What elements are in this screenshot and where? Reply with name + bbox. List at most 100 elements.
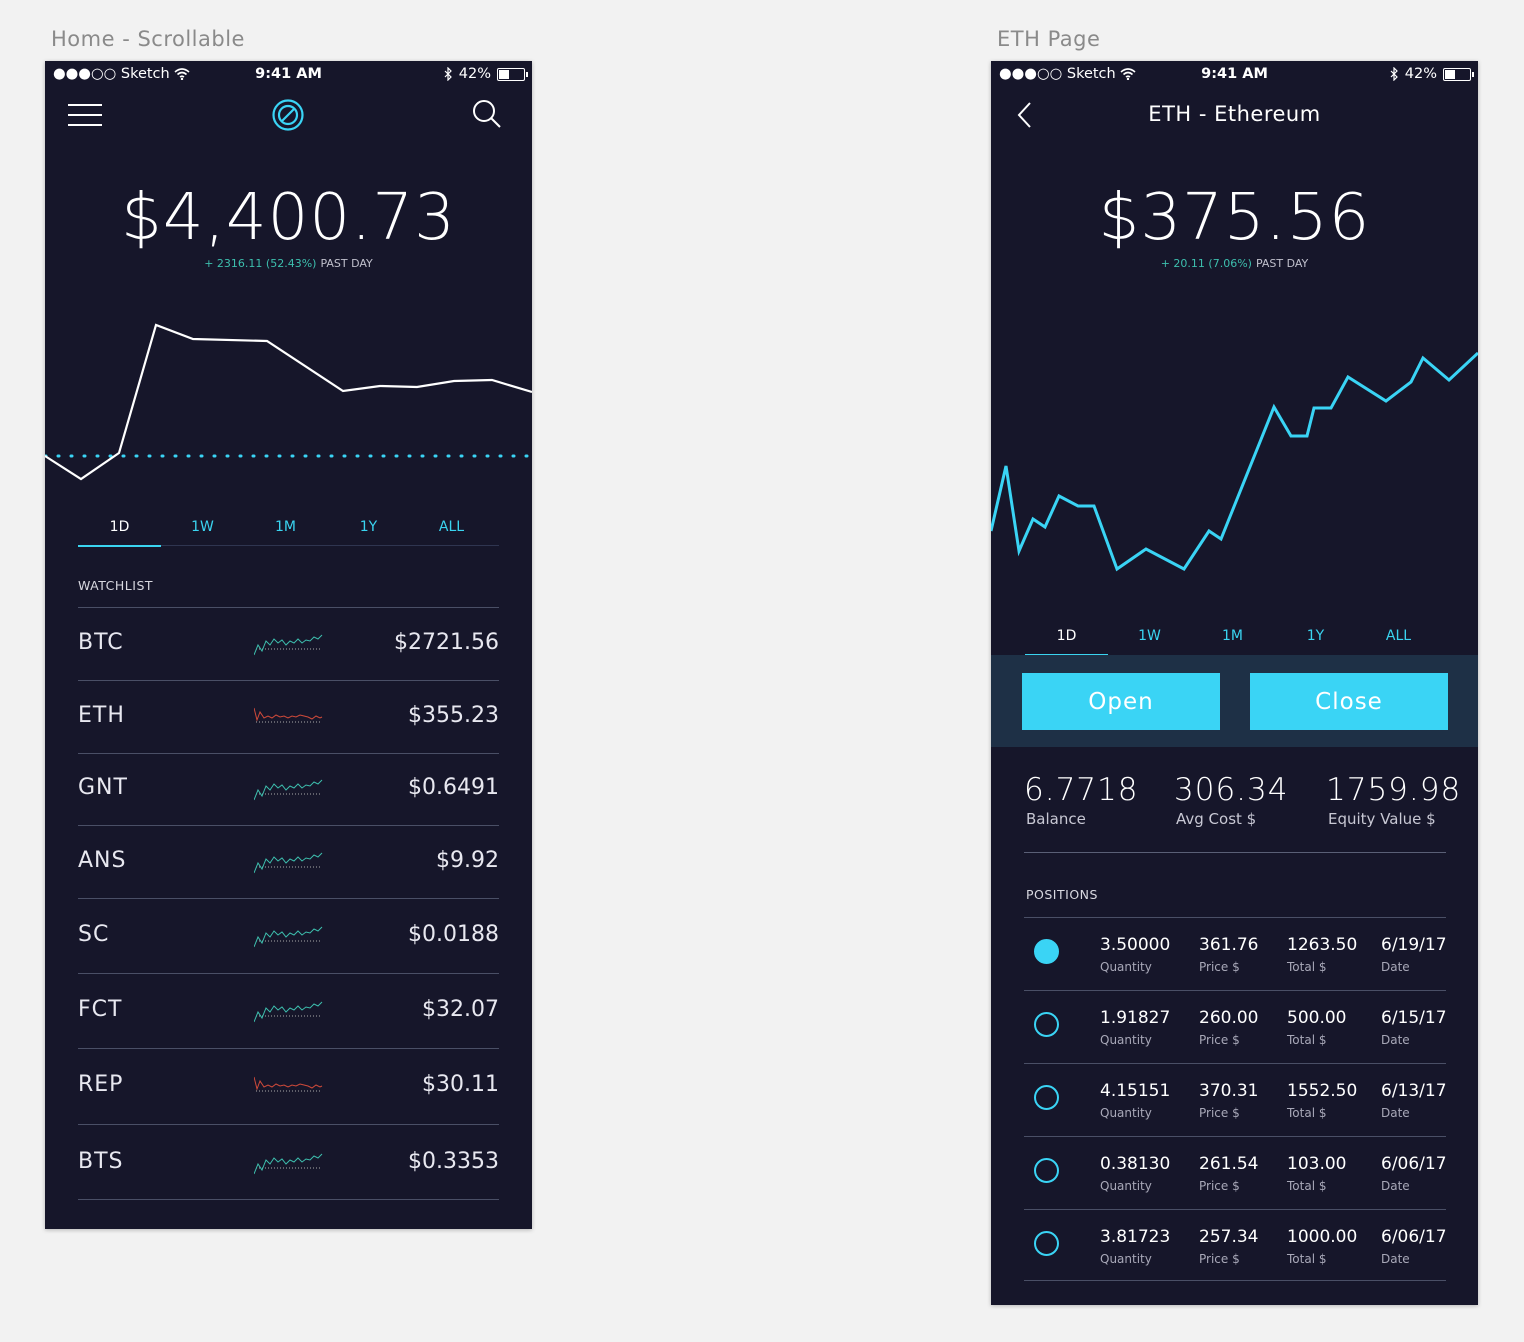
position-quantity: 3.81723 Quantity bbox=[1100, 1227, 1170, 1266]
tab-all[interactable]: ALL bbox=[1357, 628, 1440, 656]
portfolio-line bbox=[45, 323, 532, 481]
position-total-value: 500.00 bbox=[1287, 1008, 1347, 1028]
watchlist-row-fct[interactable]: FCT $32.07 bbox=[78, 973, 499, 1049]
position-radio[interactable] bbox=[1034, 1085, 1059, 1110]
watchlist-row-eth[interactable]: ETH $355.23 bbox=[78, 680, 499, 754]
open-button[interactable]: Open bbox=[1022, 673, 1220, 730]
tab-1y[interactable]: 1Y bbox=[327, 519, 410, 547]
position-total-value: 1263.50 bbox=[1287, 935, 1358, 955]
sparkline-line bbox=[254, 707, 323, 722]
coin-price: $9.92 bbox=[436, 847, 499, 873]
position-price: 261.54 Price $ bbox=[1199, 1154, 1258, 1193]
eth-price: $375.56 bbox=[1098, 181, 1371, 255]
tab-1d[interactable]: 1D bbox=[78, 519, 161, 547]
coin-symbol: ETH bbox=[78, 702, 125, 728]
home-screen: ●●●○○ Sketch 9:41 AM 42% $4,400.73 + 231… bbox=[45, 61, 532, 1229]
coin-symbol: BTC bbox=[78, 629, 124, 655]
position-quantity-value: 4.15151 bbox=[1100, 1081, 1171, 1101]
watchlist-row-sc[interactable]: SC $0.0188 bbox=[78, 898, 499, 974]
position-quantity-label: Quantity bbox=[1100, 960, 1152, 974]
position-date: 6/19/17 Date bbox=[1381, 935, 1447, 974]
sparkline-line bbox=[254, 926, 323, 947]
position-price: 257.34 Price $ bbox=[1199, 1227, 1258, 1266]
status-bar: ●●●○○ Sketch 9:41 AM 42% bbox=[45, 61, 532, 89]
sparkline-line bbox=[254, 1076, 323, 1091]
position-quantity-label: Quantity bbox=[1100, 1252, 1152, 1266]
watchlist-row-gnt[interactable]: GNT $0.6491 bbox=[78, 753, 499, 826]
sparkline-line bbox=[254, 779, 323, 801]
position-price-value: 361.76 bbox=[1199, 935, 1259, 955]
position-total-label: Total $ bbox=[1287, 960, 1327, 974]
coin-symbol: SC bbox=[78, 921, 110, 947]
coin-symbol: GNT bbox=[78, 775, 128, 800]
positions-bottom-divider bbox=[1024, 1280, 1446, 1281]
status-bar: ●●●○○ Sketch 9:41 AM 42% bbox=[991, 61, 1478, 89]
position-total-label: Total $ bbox=[1287, 1179, 1327, 1193]
position-quantity-value: 3.81723 bbox=[1100, 1227, 1171, 1247]
close-button[interactable]: Close bbox=[1250, 673, 1448, 730]
position-quantity: 1.91827 Quantity bbox=[1100, 1008, 1170, 1047]
position-total-label: Total $ bbox=[1287, 1033, 1327, 1047]
tab-all[interactable]: ALL bbox=[410, 519, 493, 547]
watchlist-row-ans[interactable]: ANS $9.92 bbox=[78, 825, 499, 899]
tab-1w[interactable]: 1W bbox=[161, 519, 244, 547]
tab-1y[interactable]: 1Y bbox=[1274, 628, 1357, 656]
position-row[interactable]: 4.15151 Quantity 370.31 Price $ 1552.50 Total… bbox=[1024, 1063, 1447, 1136]
sparkline-chart bbox=[254, 1076, 323, 1092]
position-price-label: Price $ bbox=[1199, 1252, 1240, 1266]
position-quantity-value: 3.50000 bbox=[1100, 935, 1171, 955]
position-radio[interactable] bbox=[1034, 1231, 1059, 1256]
position-radio[interactable] bbox=[1034, 1012, 1059, 1037]
stat-value: 1759.98 bbox=[1326, 772, 1462, 808]
portfolio-chart bbox=[45, 323, 532, 481]
position-row[interactable]: 3.81723 Quantity 257.34 Price $ 1000.00 Total… bbox=[1024, 1209, 1447, 1282]
tab-1w[interactable]: 1W bbox=[1108, 628, 1191, 656]
stat-balance: 6.7718 Balance bbox=[1024, 772, 1138, 828]
menu-icon[interactable] bbox=[68, 103, 102, 127]
watchlist-label: WATCHLIST bbox=[78, 578, 154, 593]
tab-1m[interactable]: 1M bbox=[244, 519, 327, 547]
position-quantity: 0.38130 Quantity bbox=[1100, 1154, 1170, 1193]
position-radio[interactable] bbox=[1034, 1158, 1059, 1183]
compass-logo-icon[interactable] bbox=[272, 99, 304, 131]
position-price-value: 257.34 bbox=[1199, 1227, 1259, 1247]
tab-1m[interactable]: 1M bbox=[1191, 628, 1274, 656]
position-row[interactable]: 3.50000 Quantity 361.76 Price $ 1263.50 Total… bbox=[1024, 917, 1447, 990]
position-total-value: 1552.50 bbox=[1287, 1081, 1358, 1101]
tab-divider bbox=[161, 545, 499, 546]
coin-symbol: FCT bbox=[78, 996, 123, 1022]
sparkline-chart bbox=[254, 1153, 323, 1174]
change-amount: + 2316.11 (52.43%) bbox=[204, 257, 317, 270]
battery-percent: 42% bbox=[1404, 66, 1437, 82]
position-row[interactable]: 0.38130 Quantity 261.54 Price $ 103.00 Total … bbox=[1024, 1136, 1447, 1209]
coin-price: $2721.56 bbox=[394, 629, 499, 655]
position-price: 370.31 Price $ bbox=[1199, 1081, 1258, 1120]
watchlist-row-btc[interactable]: BTC $2721.56 bbox=[78, 607, 499, 681]
eth-price-chart bbox=[991, 351, 1478, 572]
position-date: 6/15/17 Date bbox=[1381, 1008, 1447, 1047]
stat-label: Balance bbox=[1026, 810, 1086, 828]
coin-price: $0.0188 bbox=[408, 921, 499, 947]
coin-price: $355.23 bbox=[408, 702, 499, 728]
position-date-value: 6/15/17 bbox=[1381, 1008, 1447, 1028]
position-price-value: 260.00 bbox=[1199, 1008, 1259, 1028]
stat-value: 6.7718 bbox=[1024, 772, 1139, 808]
position-price: 260.00 Price $ bbox=[1199, 1008, 1258, 1047]
change-period: PAST DAY bbox=[320, 257, 373, 270]
position-price-value: 261.54 bbox=[1199, 1154, 1259, 1174]
position-row[interactable]: 1.91827 Quantity 260.00 Price $ 500.00 Total … bbox=[1024, 990, 1447, 1063]
position-price-label: Price $ bbox=[1199, 960, 1240, 974]
position-date-value: 6/06/17 bbox=[1381, 1154, 1447, 1174]
position-price-label: Price $ bbox=[1199, 1033, 1240, 1047]
position-radio[interactable] bbox=[1034, 939, 1059, 964]
position-date-value: 6/19/17 bbox=[1381, 935, 1447, 955]
position-price-value: 370.31 bbox=[1199, 1081, 1259, 1101]
tab-1d[interactable]: 1D bbox=[1025, 628, 1108, 656]
position-date: 6/06/17 Date bbox=[1381, 1227, 1447, 1266]
position-quantity-label: Quantity bbox=[1100, 1033, 1152, 1047]
search-icon[interactable] bbox=[472, 99, 502, 129]
watchlist-row-bts[interactable]: BTS $0.3353 bbox=[78, 1124, 499, 1202]
position-quantity-value: 1.91827 bbox=[1100, 1008, 1171, 1028]
battery-icon bbox=[1443, 67, 1474, 81]
watchlist-row-rep[interactable]: REP $30.11 bbox=[78, 1048, 499, 1125]
